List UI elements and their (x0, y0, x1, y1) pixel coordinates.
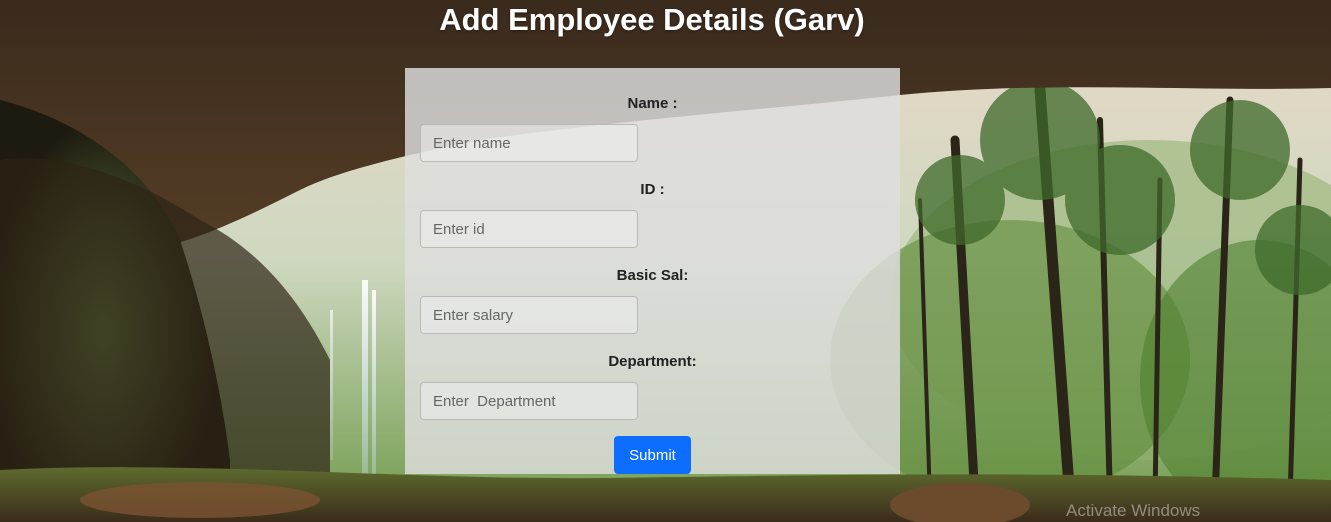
page-title: Add Employee Details (Garv) (439, 2, 865, 37)
salary-input[interactable] (420, 296, 638, 334)
id-label: ID : (640, 181, 665, 198)
id-input[interactable] (420, 210, 638, 248)
name-input[interactable] (420, 124, 638, 162)
page: Add Employee Details (Garv) Name : ID : … (0, 0, 1331, 522)
activate-windows-watermark: Activate Windows (1066, 501, 1201, 520)
name-label: Name : (627, 95, 678, 112)
basic-salary-label: Basic Sal: (616, 267, 689, 284)
submit-button[interactable]: Submit (614, 436, 691, 474)
department-input[interactable] (420, 382, 638, 420)
employee-form: Name : ID : Basic Sal: Department: Submi… (405, 68, 900, 474)
department-label: Department: (608, 353, 697, 370)
